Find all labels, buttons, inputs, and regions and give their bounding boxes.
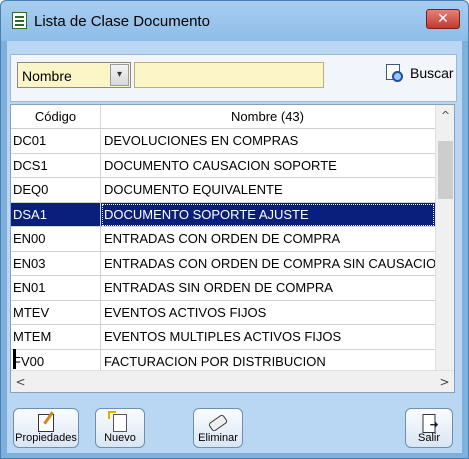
table-row[interactable]: EN03 ENTRADAS CON ORDEN DE COMPRA SIN CAU… — [11, 251, 435, 276]
row-code[interactable]: DCS1 — [11, 153, 101, 178]
search-field-value: Nombre — [22, 68, 72, 84]
row-name[interactable]: EVENTOS ACTIVOS FIJOS — [101, 301, 435, 325]
row-code[interactable]: DSA1 — [11, 202, 101, 227]
row-code[interactable]: EN01 — [11, 276, 101, 300]
search-icon — [386, 64, 403, 82]
current-row-indicator — [13, 349, 16, 369]
edit-document-icon — [38, 414, 54, 432]
properties-button[interactable]: Propiedades — [13, 408, 79, 448]
table-row[interactable]: EN00 ENTRADAS CON ORDEN DE COMPRA — [11, 227, 435, 252]
horizontal-scrollbar[interactable]: < > — [11, 370, 454, 392]
table-body: DC01 DEVOLUCIONES EN COMPRAS DCS1 DOCUMENTO… — [11, 129, 435, 374]
row-name[interactable]: DEVOLUCIONES EN COMPRAS — [101, 129, 435, 153]
exit-door-icon — [422, 414, 439, 433]
dialog-window: Lista de Clase Documento ✕ Nombre ▾ Busc… — [0, 0, 469, 459]
document-class-table[interactable]: Código Nombre (43) DC01 DEVOLUCIONES EN C… — [10, 104, 455, 393]
search-panel: Nombre ▾ Buscar — [10, 54, 457, 102]
column-header-code[interactable]: Código — [11, 105, 101, 129]
row-name[interactable]: DOCUMENTO SOPORTE AJUSTE — [101, 203, 435, 227]
table-row[interactable]: DCS1 DOCUMENTO CAUSACION SOPORTE — [11, 153, 435, 178]
window-title: Lista de Clase Documento — [34, 13, 210, 30]
table-row[interactable]: EN01 ENTRADAS SIN ORDEN DE COMPRA — [11, 276, 435, 301]
exit-button[interactable]: Salir — [405, 408, 453, 448]
scroll-up-arrow[interactable]: ^ — [436, 105, 454, 127]
table-row[interactable]: MTEM EVENTOS MULTIPLES ACTIVOS FIJOS — [11, 325, 435, 350]
document-list-icon — [12, 12, 27, 29]
row-code[interactable]: MTEV — [11, 300, 101, 325]
row-name[interactable]: DOCUMENTO EQUIVALENTE — [101, 178, 435, 202]
column-header-name[interactable]: Nombre (43) — [101, 105, 434, 129]
chevron-down-icon[interactable]: ▾ — [110, 64, 129, 86]
table-row[interactable]: DC01 DEVOLUCIONES EN COMPRAS — [11, 129, 435, 154]
row-code[interactable]: MTEM — [11, 325, 101, 349]
row-name[interactable]: ENTRADAS CON ORDEN DE COMPRA — [101, 227, 435, 251]
table-row[interactable]: DSA1 DOCUMENTO SOPORTE AJUSTE — [11, 202, 435, 227]
search-field-select[interactable]: Nombre ▾ — [17, 62, 131, 88]
delete-button[interactable]: Eliminar — [193, 408, 243, 448]
row-code[interactable]: EN03 — [11, 251, 101, 276]
scroll-left-arrow[interactable]: < — [11, 371, 30, 392]
delete-label: Eliminar — [198, 432, 238, 444]
row-code[interactable]: EN00 — [11, 227, 101, 251]
scroll-right-arrow[interactable]: > — [435, 371, 454, 392]
table-header: Código Nombre (43) — [11, 105, 435, 129]
search-button-label: Buscar — [410, 65, 454, 81]
new-label: Nuevo — [104, 432, 136, 444]
vertical-scroll-thumb[interactable] — [438, 141, 453, 199]
eraser-icon — [207, 413, 229, 433]
row-code[interactable]: DC01 — [11, 129, 101, 153]
exit-label: Salir — [417, 432, 440, 444]
table-row[interactable]: DEQ0 DOCUMENTO EQUIVALENTE — [11, 178, 435, 203]
row-name[interactable]: EVENTOS MULTIPLES ACTIVOS FIJOS — [101, 325, 435, 349]
table-row[interactable]: MTEV EVENTOS ACTIVOS FIJOS — [11, 300, 435, 325]
title-bar[interactable]: Lista de Clase Documento ✕ — [1, 1, 468, 41]
new-document-icon — [108, 411, 127, 432]
search-button[interactable]: Buscar — [386, 61, 456, 87]
new-button[interactable]: Nuevo — [95, 408, 145, 448]
search-input[interactable] — [134, 62, 324, 88]
properties-label: Propiedades — [15, 432, 77, 444]
row-name[interactable]: ENTRADAS CON ORDEN DE COMPRA SIN CAUSACI… — [101, 252, 435, 276]
client-area: Nombre ▾ Buscar Código Nombre (43) DC01 D… — [7, 41, 462, 453]
row-name[interactable]: ENTRADAS SIN ORDEN DE COMPRA — [101, 276, 435, 300]
close-button[interactable]: ✕ — [426, 9, 460, 29]
vertical-scrollbar[interactable]: ^ — [435, 105, 454, 370]
row-code[interactable]: DEQ0 — [11, 178, 101, 202]
row-name[interactable]: DOCUMENTO CAUSACION SOPORTE — [101, 154, 435, 178]
